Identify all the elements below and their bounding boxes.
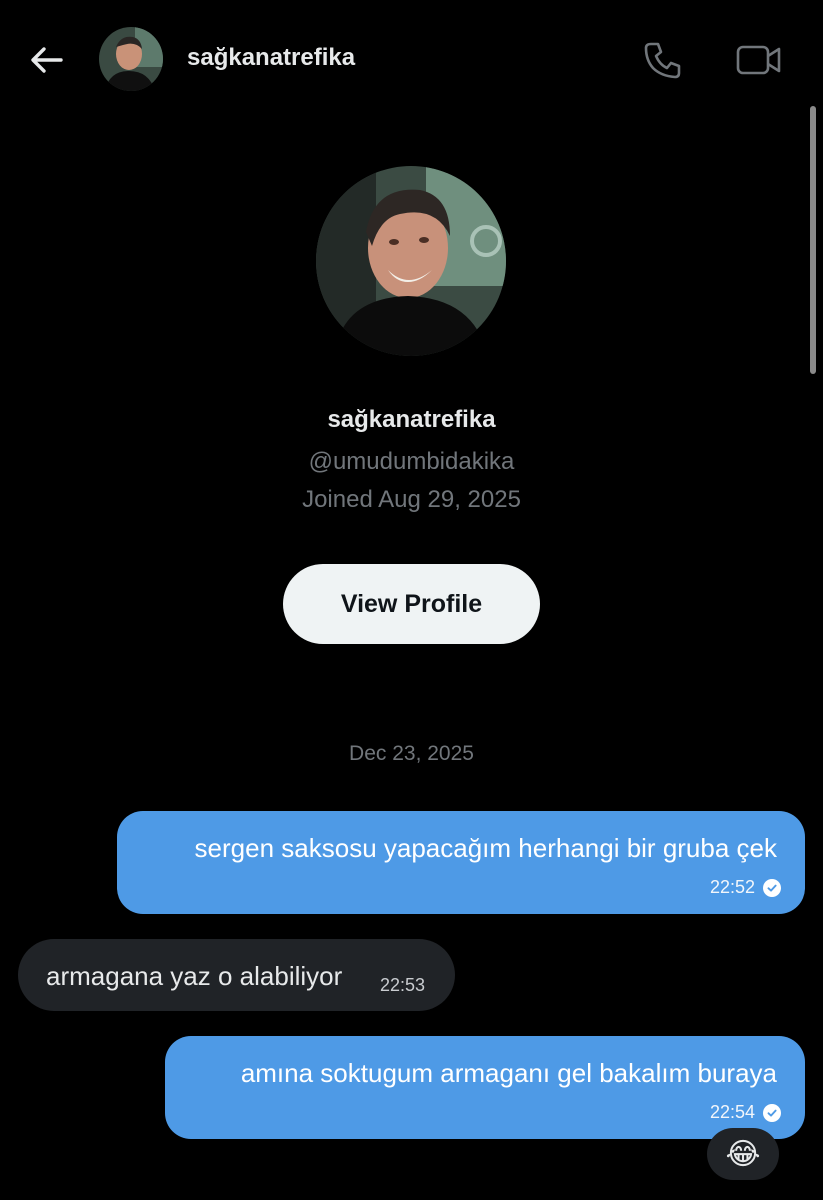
view-profile-button[interactable]: View Profile (283, 564, 540, 644)
scrollbar[interactable] (810, 106, 816, 374)
message-meta: 22:54 (710, 1102, 781, 1123)
profile-joined-date: Joined Aug 29, 2025 (302, 486, 521, 513)
header-avatar[interactable] (99, 27, 163, 91)
message-outgoing[interactable]: sergen saksosu yapacağım herhangi bir gr… (117, 811, 805, 914)
profile-avatar[interactable] (316, 166, 506, 356)
message-time: 22:53 (380, 975, 426, 995)
conversation-header: sağkanatrefika (0, 0, 823, 120)
laughing-emoji-icon: 😂 (725, 1137, 761, 1171)
message-text: sergen saksosu yapacağım herhangi bir gr… (194, 833, 777, 863)
avatar-photo (316, 166, 506, 356)
message-text: amına soktugum armaganı gel bakalım bura… (240, 1058, 777, 1088)
conversation-date: Dec 23, 2025 (349, 742, 474, 765)
phone-icon (644, 42, 681, 79)
message-time: 22:52 (709, 877, 755, 897)
seen-check-icon (763, 1103, 781, 1122)
video-camera-icon (736, 45, 781, 75)
video-call-button[interactable] (734, 38, 784, 82)
arrow-left-icon (31, 47, 63, 73)
profile-name: sağkanatrefika (327, 406, 496, 433)
call-button[interactable] (641, 38, 685, 82)
message-incoming[interactable]: armagana yaz o alabiliyor 22:53 (18, 939, 455, 1011)
back-button[interactable] (26, 40, 66, 80)
profile-handle: @umudumbidakika (308, 448, 515, 475)
message-outgoing[interactable]: amına soktugum armaganı gel bakalım bura… (165, 1036, 805, 1139)
message-time: 22:54 (709, 1102, 755, 1122)
seen-check-icon (763, 878, 781, 897)
avatar-photo (99, 27, 163, 91)
message-reaction[interactable]: 😂 (707, 1128, 779, 1180)
message-text: armagana yaz o alabiliyor (46, 961, 343, 991)
message-meta: 22:52 (710, 877, 781, 898)
header-username[interactable]: sağkanatrefika (187, 44, 355, 72)
